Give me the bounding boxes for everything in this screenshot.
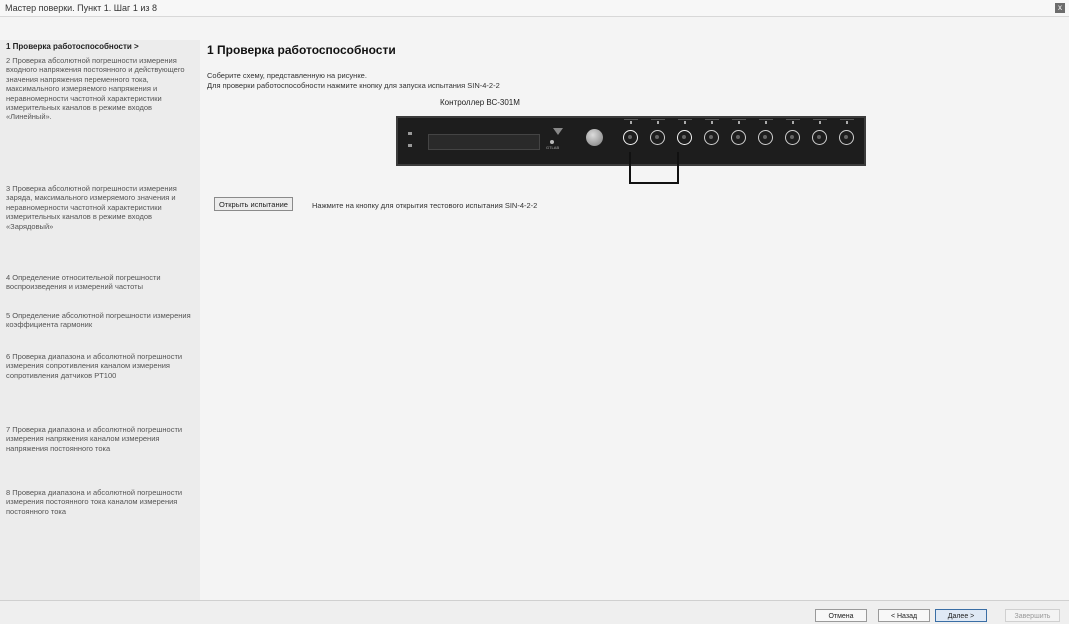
bnc-jack-9 (839, 130, 854, 145)
sidebar-step-7[interactable]: 7 Проверка диапазона и абсолютной погреш… (6, 425, 192, 453)
jack-tick (711, 121, 713, 124)
jack-label (705, 119, 719, 120)
sidebar-step-4[interactable]: 4 Определение относительной погрешности … (6, 273, 192, 292)
jack-tick (684, 121, 686, 124)
device-display (428, 134, 540, 150)
close-icon[interactable]: x (1055, 3, 1065, 13)
window-title: Мастер поверки. Пункт 1. Шаг 1 из 8 (5, 3, 157, 13)
bnc-jack-6 (758, 130, 773, 145)
bnc-jack-1 (623, 130, 638, 145)
status-led (550, 140, 554, 144)
jack-tick (738, 121, 740, 124)
bnc-jack-2 (650, 130, 665, 145)
main-panel: 1 Проверка работоспособности Соберите сх… (200, 40, 1069, 600)
bnc-jack-5 (731, 130, 746, 145)
jack-tick (846, 121, 848, 124)
cancel-button[interactable]: Отмена (815, 609, 867, 622)
bnc-jack-8 (812, 130, 827, 145)
jack-tick (819, 121, 821, 124)
sidebar-step-3[interactable]: 3 Проверка абсолютной погрешности измере… (6, 184, 192, 231)
connection-wire (629, 152, 679, 184)
jack-label (624, 119, 638, 120)
jack-label (786, 119, 800, 120)
bnc-jack-7 (785, 130, 800, 145)
back-button[interactable]: < Назад (878, 609, 930, 622)
sidebar-step-5[interactable]: 5 Определение абсолютной погрешности изм… (6, 311, 192, 330)
jack-label (678, 119, 692, 120)
open-test-button[interactable]: Открыть испытание (214, 197, 293, 211)
jack-label (759, 119, 773, 120)
jack-label (840, 119, 854, 120)
device-knob (586, 129, 603, 146)
jack-tick (630, 121, 632, 124)
jack-tick (657, 121, 659, 124)
jack-label (813, 119, 827, 120)
led-indicator (408, 132, 412, 135)
jack-label (651, 119, 665, 120)
sidebar-step-8[interactable]: 8 Проверка диапазона и абсолютной погреш… (6, 488, 192, 516)
jack-tick (765, 121, 767, 124)
device-logo-text: GTLAB (546, 145, 560, 150)
jack-tick (792, 121, 794, 124)
instruction-text: Соберите схему, представленную на рисунк… (207, 71, 367, 80)
sidebar-step-6[interactable]: 6 Проверка диапазона и абсолютной погреш… (6, 352, 192, 380)
footer-bar: Отмена < Назад Далее > Завершить (0, 600, 1069, 624)
finish-button[interactable]: Завершить (1005, 609, 1060, 622)
page-title: 1 Проверка работоспособности (207, 43, 396, 57)
open-test-hint: Нажмите на кнопку для открытия тестового… (312, 201, 538, 210)
sidebar-step-1[interactable]: 1 Проверка работоспособности > (6, 42, 192, 51)
instruction-text-2: Для проверки работоспособности нажмите к… (207, 81, 500, 90)
next-button[interactable]: Далее > (935, 609, 987, 622)
led-indicator (408, 144, 412, 147)
sidebar-step-2[interactable]: 2 Проверка абсолютной погрешности измере… (6, 56, 192, 122)
jack-label (732, 119, 746, 120)
steps-sidebar: 1 Проверка работоспособности > 2 Проверк… (0, 40, 200, 600)
device-caption: Контроллер ВС-301М (440, 98, 520, 107)
bnc-jack-3 (677, 130, 692, 145)
logo-icon (553, 128, 563, 135)
bnc-jack-4 (704, 130, 719, 145)
title-bar: Мастер поверки. Пункт 1. Шаг 1 из 8 x (0, 0, 1069, 17)
